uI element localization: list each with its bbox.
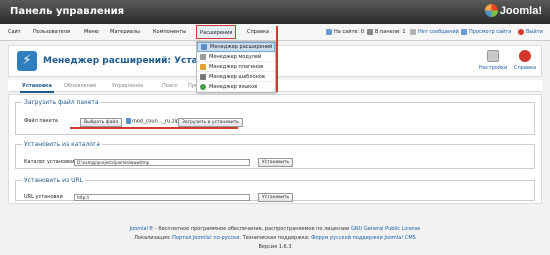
tab-install[interactable]: Установка [20, 83, 54, 93]
users-icon [326, 29, 332, 35]
help-label: Справка [513, 65, 537, 71]
forum-link[interactable]: Форум русской поддержки Joomla! CMS [311, 235, 416, 241]
preview-icon [461, 29, 467, 35]
url-input[interactable]: http:// [74, 194, 250, 201]
admin-icon [367, 29, 373, 35]
preview-text[interactable]: Просмотр сайта [469, 29, 511, 35]
messages-text[interactable]: Нет сообщений [418, 29, 459, 35]
panel-title: Панель управления [10, 6, 125, 17]
upload-legend: Загрузить файл пакета [24, 99, 99, 106]
zip-file-icon [126, 118, 131, 124]
language-icon [200, 83, 206, 90]
dropdown-label: Менеджер расширений [210, 44, 273, 50]
menu-content[interactable]: Материалы [110, 29, 140, 35]
page-title: Менеджер расширений: Установк [43, 56, 198, 66]
dropdown-item-template-manager[interactable]: Менеджер шаблонов [197, 72, 275, 82]
settings-icon [487, 50, 499, 62]
tab-manage[interactable]: Управление [112, 83, 143, 89]
main-menu: Сайт Пользователи Меню Материалы Компоне… [0, 24, 550, 41]
chosen-file: mod_coun..._ru.zip [126, 118, 179, 125]
dropdown-label: Менеджер плагинов [209, 63, 264, 70]
dropdown-item-plugin-manager[interactable]: Менеджер плагинов [197, 62, 275, 72]
menu-components[interactable]: Компоненты [153, 29, 186, 35]
help-icon [519, 50, 531, 62]
preview-site[interactable]: Просмотр сайта [461, 29, 511, 35]
top-bar: Панель управления Joomla! [0, 0, 550, 24]
directory-label: Каталог установки [24, 159, 75, 165]
extension-manager-icon: ⚡ [17, 51, 37, 71]
users-on-site: На сайте: 0 [326, 29, 364, 35]
url-install-button[interactable]: Установить [258, 193, 294, 202]
menu-extensions[interactable]: Расширения [196, 25, 237, 39]
highlight-line [276, 26, 278, 92]
dropdown-item-module-manager[interactable]: Менеджер модулей [197, 52, 275, 62]
logout-icon [518, 29, 524, 35]
footer-version: Версия 1.6.3 [258, 244, 292, 250]
choose-file-button[interactable]: Выбрать файл [80, 118, 123, 127]
mail-icon [410, 29, 416, 35]
package-file-label: Файл пакета [24, 118, 58, 124]
footer-text: - бесплатное программное обеспечение, ра… [153, 226, 351, 232]
logout[interactable]: Выйти [518, 29, 543, 35]
dropdown-item-language-manager[interactable]: Менеджер языков [197, 82, 275, 92]
chosen-file-name: mod_coun..._ru.zip [132, 118, 180, 125]
logo-text: Joomla! [499, 4, 542, 17]
settings-label: Настройки [479, 65, 508, 71]
users-in-panel: В панели: 1 [367, 29, 406, 35]
menu-menus[interactable]: Меню [84, 29, 99, 35]
menu-site[interactable]: Сайт [8, 29, 21, 35]
gpl-link[interactable]: GNU General Public License [351, 226, 420, 232]
settings-button[interactable]: Настройки [479, 50, 507, 71]
joomla-logo[interactable]: Joomla! [484, 4, 542, 17]
highlight-underline [70, 127, 238, 129]
url-legend: Установить из URL [24, 177, 83, 184]
url-fieldset: Установить из URL URL установки http:// … [15, 177, 535, 202]
url-label: URL установки [24, 194, 63, 200]
template-icon [200, 73, 206, 80]
dropdown-label: Менеджер модулей [209, 53, 262, 60]
messages[interactable]: Нет сообщений [410, 29, 459, 35]
menu-help[interactable]: Справка [247, 29, 269, 35]
users-in-panel-text: В панели: 1 [375, 29, 406, 35]
dropdown-item-extension-manager[interactable]: Менеджер расширений [197, 42, 275, 52]
users-on-site-text: На сайте: 0 [334, 29, 364, 35]
help-button[interactable]: Справка [511, 50, 539, 71]
extension-icon [201, 44, 207, 50]
directory-input[interactable]: D:\xampp\projects\joomla\www\tmp [74, 159, 250, 166]
footer-license-line: Joomla!® - бесплатное программное обеспе… [0, 225, 550, 234]
dropdown-label: Менеджер шаблонов [209, 73, 265, 80]
joomla-logo-icon [484, 4, 498, 17]
extensions-dropdown: Менеджер расширений Менеджер модулей Мен… [196, 41, 276, 93]
upload-install-button[interactable]: Загрузить и установить [178, 118, 243, 127]
menu-users[interactable]: Пользователи [33, 29, 70, 35]
footer-localization-line: Локализация: Портал Joomla! по-русски. Т… [0, 234, 550, 243]
tab-update[interactable]: Обновление [64, 83, 96, 89]
directory-fieldset: Установить из каталога Каталог установки… [15, 141, 535, 169]
footer-text: . Техническая поддержка: [239, 235, 312, 241]
plugin-icon [200, 63, 206, 70]
joomla-link[interactable]: Joomla!® [130, 226, 154, 232]
dropdown-label: Менеджер языков [209, 83, 258, 90]
footer: Joomla!® - бесплатное программное обеспе… [0, 225, 550, 252]
logout-text[interactable]: Выйти [526, 29, 543, 35]
install-panel: Загрузить файл пакета Файл пакета Выбрат… [8, 94, 542, 204]
tab-discover[interactable]: Поиск [162, 83, 178, 89]
portal-link[interactable]: Портал Joomla! по-русски [172, 235, 239, 241]
footer-text: Локализация: [134, 235, 173, 241]
directory-install-button[interactable]: Установить [258, 158, 294, 167]
module-icon [200, 53, 206, 60]
directory-legend: Установить из каталога [24, 141, 100, 148]
upload-fieldset: Загрузить файл пакета Файл пакета Выбрат… [15, 99, 535, 135]
